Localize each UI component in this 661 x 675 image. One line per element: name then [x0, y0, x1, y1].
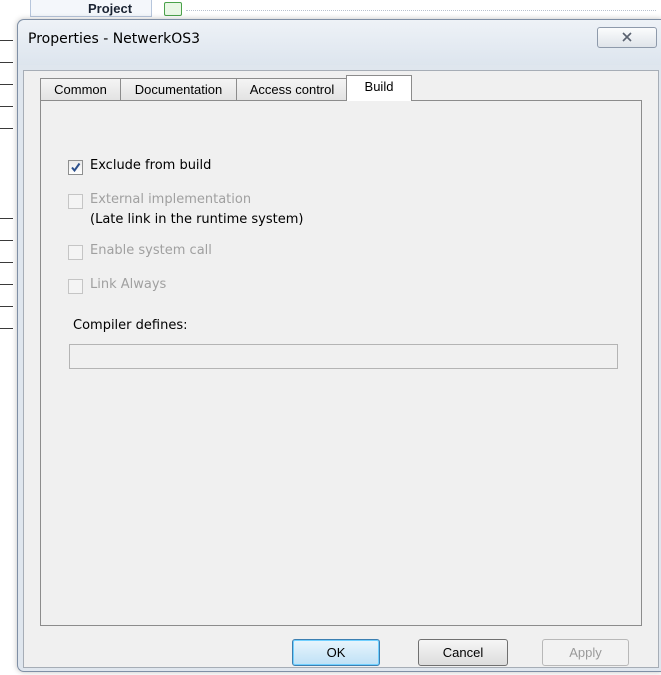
compiler-defines-label: Compiler defines:	[73, 318, 188, 333]
tree-connector-tick	[0, 106, 13, 107]
checkmark-icon	[71, 162, 81, 173]
external-implementation-checkbox	[68, 194, 83, 209]
tree-connector-tick	[0, 262, 13, 263]
close-button[interactable]	[597, 27, 657, 48]
connector-line	[186, 10, 656, 11]
cancel-button[interactable]: Cancel	[418, 639, 508, 666]
dialog-titlebar[interactable]: Properties - NetwerkOS3	[18, 20, 661, 65]
link-always-label: Link Always	[90, 277, 167, 292]
project-label: Project	[88, 1, 133, 16]
exclude-from-build-label: Exclude from build	[90, 158, 212, 173]
tab-common[interactable]: Common	[40, 78, 121, 100]
tree-connector-tick	[0, 284, 13, 285]
enable-system-call-label: Enable system call	[90, 243, 212, 258]
exclude-from-build-checkbox[interactable]	[68, 160, 83, 175]
dialog-title: Properties - NetwerkOS3	[28, 31, 201, 47]
tab-documentation[interactable]: Documentation	[120, 78, 237, 100]
apply-button[interactable]: Apply	[542, 639, 629, 666]
tree-connector-tick	[0, 84, 13, 85]
tree-connector-tick	[0, 240, 13, 241]
tree-connector-tick	[0, 40, 13, 41]
build-tab-panel: Exclude from build External implementati…	[40, 100, 642, 626]
tab-label: Build	[364, 79, 394, 94]
tab-label: Documentation	[134, 82, 223, 97]
tree-connector-tick	[0, 328, 13, 329]
link-always-checkbox	[68, 279, 83, 294]
tab-label: Access control	[249, 82, 335, 97]
enable-system-call-checkbox	[68, 245, 83, 260]
tree-connector-tick	[0, 62, 13, 63]
tab-access-control[interactable]: Access control	[236, 78, 348, 100]
dialog-client-area: Common Documentation Access control Buil…	[23, 70, 659, 668]
tree-connector-tick	[0, 218, 13, 219]
tab-build[interactable]: Build	[346, 75, 412, 101]
external-implementation-note: (Late link in the runtime system)	[90, 212, 304, 227]
properties-dialog: Properties - NetwerkOS3 Common Documenta…	[17, 19, 661, 672]
tree-connector-tick	[0, 306, 13, 307]
compiler-defines-input[interactable]	[69, 344, 618, 369]
ok-button[interactable]: OK	[292, 639, 380, 666]
tab-label: Common	[54, 82, 107, 97]
project-node-icon	[164, 2, 182, 16]
external-implementation-label: External implementation	[90, 192, 252, 207]
tree-connector-tick	[0, 128, 13, 129]
